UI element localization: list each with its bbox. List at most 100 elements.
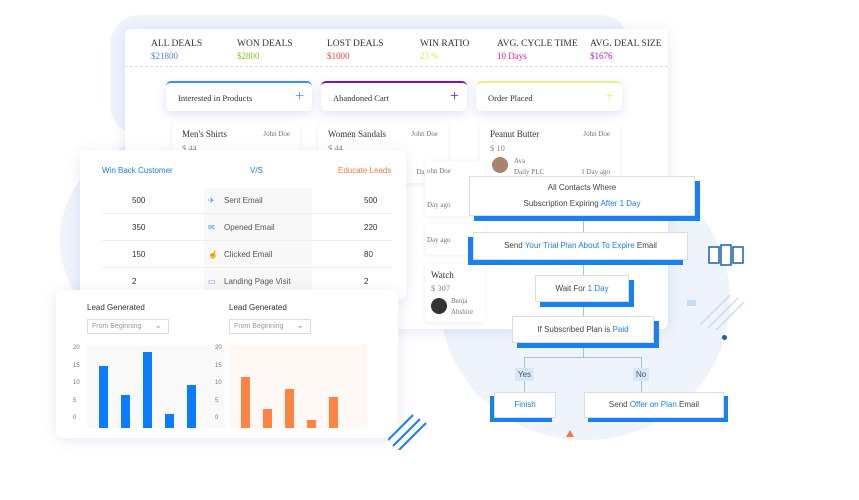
avatar [431, 298, 447, 314]
stripes-decoration [700, 294, 745, 330]
deal-owner: ohn Doe [427, 167, 451, 175]
open-mail-icon: ✉ [208, 223, 215, 232]
stripes-decoration [388, 414, 427, 450]
stat-value: $21800 [151, 51, 178, 61]
dot-decoration [722, 335, 727, 340]
vs-label: V/S [250, 166, 263, 175]
id-cards-icon [708, 244, 744, 266]
stat-label: AVG. CYCLE TIME [497, 39, 578, 49]
deal-time: Day ago [427, 201, 451, 209]
toggle-decoration [687, 300, 696, 306]
metric-label: Opened Email [224, 223, 275, 232]
y-tick: 0 [73, 415, 77, 421]
step-highlight: 1 Day [587, 283, 609, 293]
step-text: If Subscribed Plan is [537, 324, 613, 334]
avatar [492, 157, 508, 173]
pipeline-column-header: Order Placed + [476, 81, 622, 111]
contact-name: Ava [514, 157, 526, 165]
trigger-line1: All Contacts Where [547, 183, 617, 192]
comparison-row: 350 ✉ Opened Email 220 [102, 214, 392, 241]
y-tick: 5 [73, 397, 77, 404]
right-value: 500 [364, 196, 378, 205]
stat-label: LOST DEALS [327, 39, 384, 49]
y-tick: 15 [73, 362, 80, 369]
y-tick: 10 [73, 380, 80, 386]
stat-label: WON DEALS [237, 39, 293, 49]
stat-value: $1000 [327, 51, 350, 61]
stat-2: LOST DEALS $1000 [327, 39, 384, 61]
left-value: 2 [132, 277, 137, 286]
stat-0: ALL DEALS $21800 [151, 39, 202, 61]
flow-send-offer[interactable]: Send Offer on Plan Email [584, 392, 724, 418]
contact-company: Daily PLC [514, 168, 545, 176]
stat-3: WIN RATIO 23 % [420, 39, 469, 61]
contact-name: Benja [451, 297, 468, 305]
comparison-card: Win Back Customer V/S Educate Leads 500 ✈… [80, 150, 406, 300]
period-value: From Beginning [234, 323, 284, 330]
stat-value: $1676 [590, 51, 613, 61]
bar [241, 377, 250, 428]
y-tick: 10 [215, 380, 222, 386]
chart-title: Lead Generated [229, 303, 287, 312]
bar [121, 394, 130, 428]
chart-title: Lead Generated [87, 303, 145, 312]
add-deal-button[interactable]: + [450, 88, 459, 106]
bar [165, 414, 174, 428]
step-text: Email [676, 400, 700, 409]
period-select[interactable]: From Beginning ⌄ [229, 319, 311, 334]
flow-trigger[interactable]: All Contacts Where Subscription Expiring… [469, 176, 695, 216]
step-highlight: Offer on Plan [629, 400, 677, 409]
period-value: From Beginning [92, 323, 142, 330]
metric-label: Clicked Email [224, 250, 273, 259]
add-deal-button[interactable]: + [605, 88, 614, 106]
step-text: Send [504, 241, 525, 250]
flow-wait[interactable]: Wait For 1 Day [535, 275, 629, 302]
contact-company: Abshire [451, 308, 474, 316]
y-tick: 20 [73, 345, 80, 351]
bar [329, 396, 338, 428]
deal-time: 1 Day ago [581, 168, 610, 176]
y-tick: 0 [215, 415, 219, 421]
browser-icon: ▭ [208, 277, 216, 286]
step-text: Send [608, 400, 630, 409]
y-tick: 15 [215, 362, 222, 369]
left-value: 350 [132, 223, 146, 232]
bar [307, 420, 316, 428]
stat-label: WIN RATIO [420, 39, 470, 49]
yes-branch-label: Yes [515, 368, 535, 381]
add-deal-button[interactable]: + [295, 88, 304, 106]
period-select[interactable]: From Beginning ⌄ [87, 319, 169, 334]
deal-owner: John Doe [411, 130, 438, 138]
stat-4: AVG. CYCLE TIME 10 Days [497, 39, 578, 61]
comparison-row: 500 ✈ Sent Email 500 [102, 187, 392, 214]
bar [285, 389, 294, 428]
pipeline-column-header: Interested in Products + [166, 81, 312, 111]
stat-label: ALL DEALS [151, 39, 203, 49]
chevron-down-icon: ⌄ [154, 320, 162, 330]
deal-card[interactable]: Watch $ 307 Benja Abshire [425, 264, 485, 322]
right-value: 2 [364, 277, 369, 286]
column-title: Interested in Products [178, 93, 253, 103]
column-title: Order Placed [488, 93, 533, 103]
campaign-right: Educate Leads [338, 166, 392, 175]
right-value: 80 [364, 250, 373, 259]
deal-time: Day ago [427, 236, 451, 244]
left-value: 150 [132, 250, 146, 259]
bar [99, 365, 108, 428]
flow-finish[interactable]: Finish [494, 392, 556, 418]
stat-value: 10 Days [497, 51, 527, 61]
stat-1: WON DEALS $2800 [237, 39, 293, 61]
y-tick: 5 [215, 397, 219, 404]
deal-owner: John Doe [263, 130, 290, 138]
trigger-text: Subscription Expiring [523, 199, 601, 208]
deal-owner: John Doe [583, 130, 610, 138]
stat-5: AVG. DEAL SIZE $1676 [590, 39, 662, 61]
flow-condition[interactable]: If Subscribed Plan is Paid [512, 316, 654, 343]
no-branch-label: No [633, 368, 650, 381]
step-text: Email [634, 241, 657, 250]
flow-send-email[interactable]: Send Your Trial Plan About To Expire Ema… [473, 232, 688, 260]
lead-charts-card: Lead Generated From Beginning ⌄ 20 15 10 5 0 Lea… [56, 290, 398, 438]
right-value: 220 [364, 223, 378, 232]
step-highlight: Paid [612, 324, 629, 334]
campaign-left: Win Back Customer [102, 166, 173, 175]
